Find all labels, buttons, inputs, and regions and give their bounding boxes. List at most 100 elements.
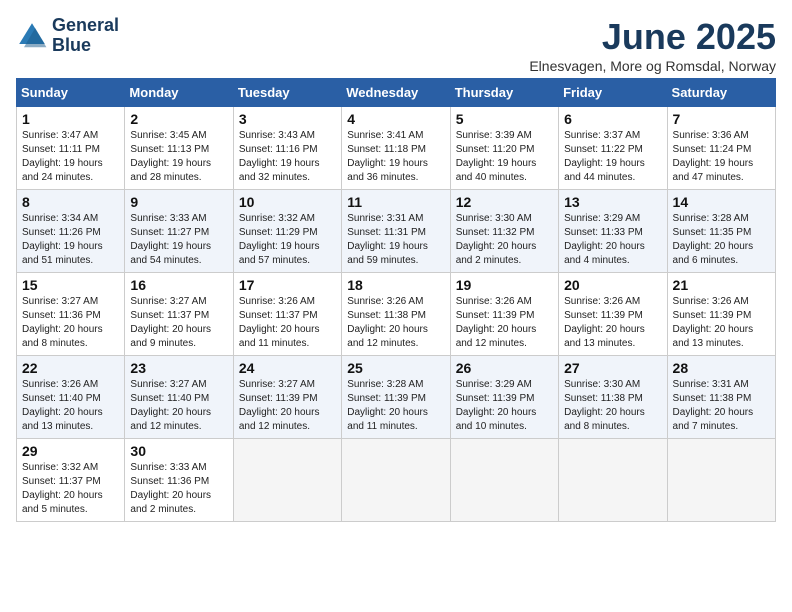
- calendar-cell: 12 Sunrise: 3:30 AMSunset: 11:32 PMDaylig…: [450, 190, 558, 273]
- month-year: June 2025: [529, 16, 776, 58]
- day-number: 27: [564, 360, 661, 376]
- day-number: 25: [347, 360, 444, 376]
- calendar-week-3: 15Sunrise: 3:27 AMSunset: 11:36 PMDaylig…: [17, 273, 776, 356]
- calendar-cell: 15Sunrise: 3:27 AMSunset: 11:36 PMDaylig…: [17, 273, 125, 356]
- calendar-cell: [559, 439, 667, 522]
- day-number: 20: [564, 277, 661, 293]
- day-info: Sunrise: 3:29 AMSunset: 11:39 PMDaylight…: [456, 378, 553, 434]
- weekday-header-saturday: Saturday: [667, 79, 775, 107]
- day-number: 7: [673, 111, 770, 127]
- calendar-cell: 5Sunrise: 3:39 AMSunset: 11:20 PMDayligh…: [450, 107, 558, 190]
- day-info: Sunrise: 3:39 AMSunset: 11:20 PMDaylight…: [456, 129, 553, 185]
- day-number: 18: [347, 277, 444, 293]
- calendar-cell: [342, 439, 450, 522]
- calendar-week-1: 1 Sunrise: 3:47 AMSunset: 11:11 PMDayligh…: [17, 107, 776, 190]
- calendar-week-5: 29 Sunrise: 3:32 AMSunset: 11:37 PMDaylig…: [17, 439, 776, 522]
- logo: General Blue: [16, 16, 119, 56]
- calendar-cell: 17 Sunrise: 3:26 AMSunset: 11:37 PMDaylig…: [233, 273, 341, 356]
- calendar-cell: 20 Sunrise: 3:26 AMSunset: 11:39 PMDaylig…: [559, 273, 667, 356]
- calendar-cell: 3Sunrise: 3:43 AMSunset: 11:16 PMDayligh…: [233, 107, 341, 190]
- weekday-header-monday: Monday: [125, 79, 233, 107]
- calendar-cell: 19 Sunrise: 3:26 AMSunset: 11:39 PMDaylig…: [450, 273, 558, 356]
- calendar-week-4: 22 Sunrise: 3:26 AMSunset: 11:40 PMDaylig…: [17, 356, 776, 439]
- day-number: 1: [22, 111, 119, 127]
- calendar-cell: 1 Sunrise: 3:47 AMSunset: 11:11 PMDayligh…: [17, 107, 125, 190]
- calendar-cell: [233, 439, 341, 522]
- day-info: Sunrise: 3:26 AMSunset: 11:40 PMDaylight…: [22, 378, 119, 434]
- day-number: 22: [22, 360, 119, 376]
- day-number: 28: [673, 360, 770, 376]
- day-info: Sunrise: 3:36 AMSunset: 11:24 PMDaylight…: [673, 129, 770, 185]
- day-info: Sunrise: 3:26 AMSunset: 11:37 PMDaylight…: [239, 295, 336, 351]
- day-info: Sunrise: 3:47 AMSunset: 11:11 PMDaylight…: [22, 129, 119, 185]
- day-number: 10: [239, 194, 336, 210]
- day-number: 6: [564, 111, 661, 127]
- calendar-week-2: 8 Sunrise: 3:34 AMSunset: 11:26 PMDayligh…: [17, 190, 776, 273]
- day-info: Sunrise: 3:29 AMSunset: 11:33 PMDaylight…: [564, 212, 661, 268]
- day-number: 13: [564, 194, 661, 210]
- weekday-header-wednesday: Wednesday: [342, 79, 450, 107]
- location: Elnesvagen, More og Romsdal, Norway: [529, 58, 776, 74]
- day-info: Sunrise: 3:41 AMSunset: 11:18 PMDaylight…: [347, 129, 444, 185]
- weekday-header-friday: Friday: [559, 79, 667, 107]
- day-info: Sunrise: 3:27 AMSunset: 11:37 PMDaylight…: [130, 295, 227, 351]
- weekday-header-thursday: Thursday: [450, 79, 558, 107]
- calendar-cell: 25 Sunrise: 3:28 AMSunset: 11:39 PMDaylig…: [342, 356, 450, 439]
- day-info: Sunrise: 3:27 AMSunset: 11:39 PMDaylight…: [239, 378, 336, 434]
- day-info: Sunrise: 3:26 AMSunset: 11:39 PMDaylight…: [564, 295, 661, 351]
- day-number: 12: [456, 194, 553, 210]
- day-number: 26: [456, 360, 553, 376]
- day-number: 21: [673, 277, 770, 293]
- day-number: 8: [22, 194, 119, 210]
- day-info: Sunrise: 3:37 AMSunset: 11:22 PMDaylight…: [564, 129, 661, 185]
- calendar-cell: 13 Sunrise: 3:29 AMSunset: 11:33 PMDaylig…: [559, 190, 667, 273]
- calendar-cell: 4Sunrise: 3:41 AMSunset: 11:18 PMDayligh…: [342, 107, 450, 190]
- day-number: 16: [130, 277, 227, 293]
- day-number: 29: [22, 443, 119, 459]
- calendar-cell: 18 Sunrise: 3:26 AMSunset: 11:38 PMDaylig…: [342, 273, 450, 356]
- day-info: Sunrise: 3:33 AMSunset: 11:27 PMDaylight…: [130, 212, 227, 268]
- calendar-cell: 10 Sunrise: 3:32 AMSunset: 11:29 PMDaylig…: [233, 190, 341, 273]
- calendar-cell: 27 Sunrise: 3:30 AMSunset: 11:38 PMDaylig…: [559, 356, 667, 439]
- day-number: 9: [130, 194, 227, 210]
- day-number: 11: [347, 194, 444, 210]
- day-info: Sunrise: 3:31 AMSunset: 11:38 PMDaylight…: [673, 378, 770, 434]
- day-info: Sunrise: 3:34 AMSunset: 11:26 PMDaylight…: [22, 212, 119, 268]
- weekday-header-tuesday: Tuesday: [233, 79, 341, 107]
- calendar-cell: 21Sunrise: 3:26 AMSunset: 11:39 PMDaylig…: [667, 273, 775, 356]
- logo-icon: [16, 20, 48, 52]
- calendar-cell: 7 Sunrise: 3:36 AMSunset: 11:24 PMDayligh…: [667, 107, 775, 190]
- calendar-cell: 2Sunrise: 3:45 AMSunset: 11:13 PMDayligh…: [125, 107, 233, 190]
- day-info: Sunrise: 3:26 AMSunset: 11:38 PMDaylight…: [347, 295, 444, 351]
- calendar-cell: [667, 439, 775, 522]
- day-info: Sunrise: 3:30 AMSunset: 11:38 PMDaylight…: [564, 378, 661, 434]
- day-number: 3: [239, 111, 336, 127]
- day-info: Sunrise: 3:27 AMSunset: 11:40 PMDaylight…: [130, 378, 227, 434]
- day-info: Sunrise: 3:32 AMSunset: 11:29 PMDaylight…: [239, 212, 336, 268]
- day-info: Sunrise: 3:26 AMSunset: 11:39 PMDaylight…: [456, 295, 553, 351]
- day-number: 19: [456, 277, 553, 293]
- day-number: 23: [130, 360, 227, 376]
- day-info: Sunrise: 3:45 AMSunset: 11:13 PMDaylight…: [130, 129, 227, 185]
- calendar-cell: 30Sunrise: 3:33 AMSunset: 11:36 PMDaylig…: [125, 439, 233, 522]
- calendar-cell: 6 Sunrise: 3:37 AMSunset: 11:22 PMDayligh…: [559, 107, 667, 190]
- logo-text: General Blue: [52, 16, 119, 56]
- page-header: General Blue June 2025 Elnesvagen, More …: [16, 16, 776, 74]
- day-info: Sunrise: 3:32 AMSunset: 11:37 PMDaylight…: [22, 461, 119, 517]
- calendar-cell: 14Sunrise: 3:28 AMSunset: 11:35 PMDaylig…: [667, 190, 775, 273]
- calendar-cell: 22 Sunrise: 3:26 AMSunset: 11:40 PMDaylig…: [17, 356, 125, 439]
- calendar-cell: [450, 439, 558, 522]
- day-number: 15: [22, 277, 119, 293]
- day-number: 17: [239, 277, 336, 293]
- calendar-cell: 23 Sunrise: 3:27 AMSunset: 11:40 PMDaylig…: [125, 356, 233, 439]
- day-info: Sunrise: 3:30 AMSunset: 11:32 PMDaylight…: [456, 212, 553, 268]
- calendar-cell: 9 Sunrise: 3:33 AMSunset: 11:27 PMDayligh…: [125, 190, 233, 273]
- calendar-table: SundayMondayTuesdayWednesdayThursdayFrid…: [16, 78, 776, 522]
- calendar-cell: 28 Sunrise: 3:31 AMSunset: 11:38 PMDaylig…: [667, 356, 775, 439]
- day-info: Sunrise: 3:33 AMSunset: 11:36 PMDaylight…: [130, 461, 227, 517]
- calendar-cell: 26 Sunrise: 3:29 AMSunset: 11:39 PMDaylig…: [450, 356, 558, 439]
- calendar-cell: 16 Sunrise: 3:27 AMSunset: 11:37 PMDaylig…: [125, 273, 233, 356]
- weekday-header-row: SundayMondayTuesdayWednesdayThursdayFrid…: [17, 79, 776, 107]
- day-info: Sunrise: 3:28 AMSunset: 11:39 PMDaylight…: [347, 378, 444, 434]
- day-info: Sunrise: 3:31 AMSunset: 11:31 PMDaylight…: [347, 212, 444, 268]
